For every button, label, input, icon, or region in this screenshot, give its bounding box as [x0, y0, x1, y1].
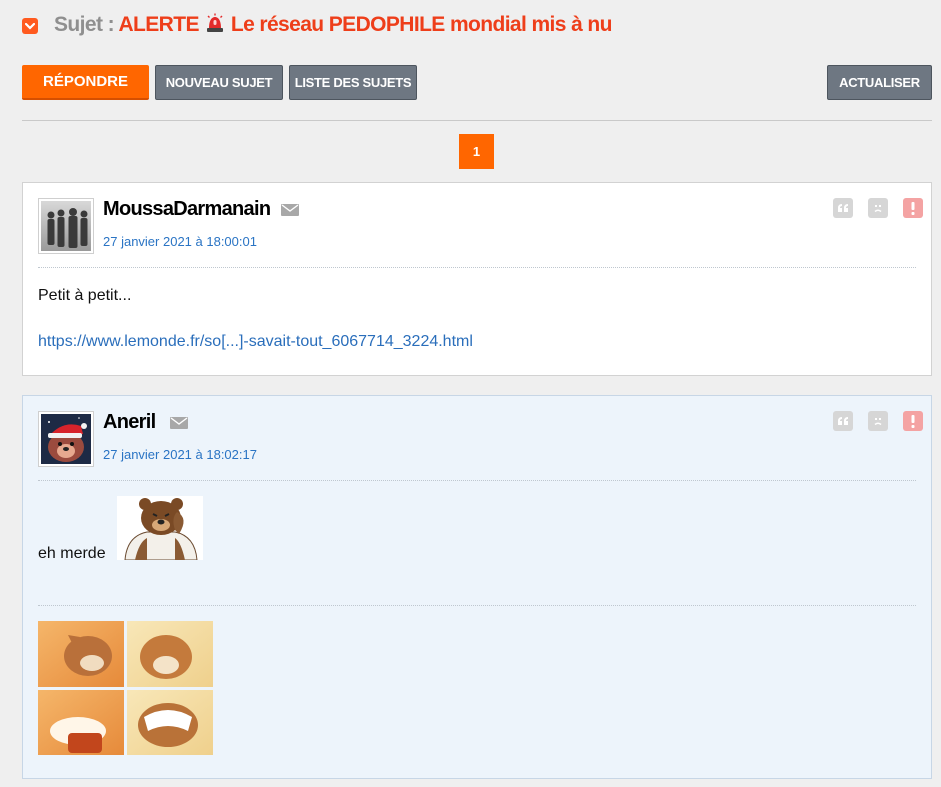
post-text: Petit à petit...: [38, 287, 132, 304]
pagination-page-button[interactable]: 1: [459, 134, 494, 169]
topic-title-start: ALERTE: [118, 13, 199, 36]
divider: [22, 120, 932, 121]
post-author[interactable]: Aneril: [103, 411, 156, 434]
topic-list-button[interactable]: LISTE DES SUJETS: [289, 65, 417, 100]
topic-prefix: Sujet :: [54, 13, 115, 36]
post-text: eh merde: [38, 545, 106, 562]
post-card: Aneril 27 janvier 2021 à 18:02:17 eh mer…: [22, 395, 932, 779]
quote-icon[interactable]: [833, 411, 853, 431]
refresh-button[interactable]: ACTUALISER: [827, 65, 932, 100]
post-date[interactable]: 27 janvier 2021 à 18:02:17: [103, 447, 257, 462]
topic-title-end: Le réseau PEDOPHILE mondial mis à nu: [230, 13, 613, 36]
post-divider: [38, 267, 916, 268]
page-title: Sujet : ALERTE Le réseau PEDOPHILE mondia…: [54, 13, 612, 39]
siren-icon: [205, 13, 225, 39]
post-author[interactable]: MoussaDarmanain: [103, 198, 271, 221]
post-card: MoussaDarmanain 27 janvier 2021 à 18:00:…: [22, 182, 932, 376]
post-actions: [833, 411, 923, 431]
avatar-image: [41, 201, 91, 251]
post-actions: [833, 198, 923, 218]
post-link[interactable]: https://www.lemonde.fr/so[...]-savait-to…: [38, 333, 473, 350]
avatar[interactable]: [38, 198, 94, 254]
mail-icon[interactable]: [170, 417, 188, 429]
avatar-image: [41, 414, 91, 464]
collapse-toggle-icon[interactable]: [22, 18, 38, 34]
signature-image: [38, 621, 213, 755]
avatar[interactable]: [38, 411, 94, 467]
post-divider: [38, 480, 916, 481]
post-date[interactable]: 27 janvier 2021 à 18:00:01: [103, 234, 257, 249]
reply-button[interactable]: RÉPONDRE: [22, 65, 149, 100]
sad-face-icon[interactable]: [868, 198, 888, 218]
topic-header: Sujet : ALERTE Le réseau PEDOPHILE mondia…: [22, 12, 612, 40]
new-topic-button[interactable]: NOUVEAU SUJET: [155, 65, 283, 100]
mail-icon[interactable]: [281, 204, 299, 216]
alert-icon[interactable]: [903, 198, 923, 218]
quote-icon[interactable]: [833, 198, 853, 218]
sad-face-icon[interactable]: [868, 411, 888, 431]
post-divider: [38, 605, 916, 606]
sticker-image[interactable]: [117, 496, 203, 560]
alert-icon[interactable]: [903, 411, 923, 431]
